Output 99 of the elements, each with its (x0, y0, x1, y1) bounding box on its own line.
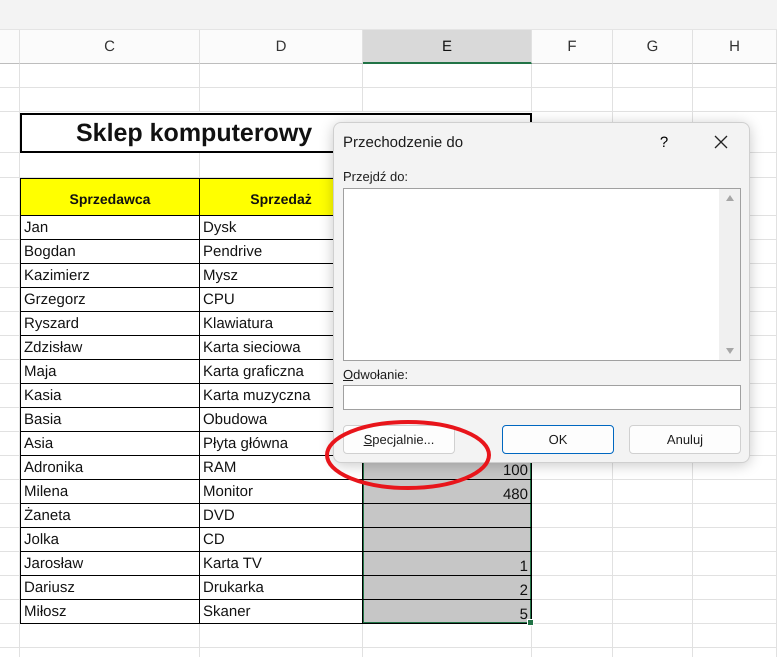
grid-cell[interactable] (0, 240, 20, 264)
grid-cell[interactable] (693, 480, 777, 504)
grid-cell[interactable] (532, 552, 613, 576)
grid-cell[interactable] (0, 552, 20, 576)
close-icon (714, 135, 728, 149)
table-cell: Bogdan (20, 240, 200, 264)
grid-cell[interactable] (363, 624, 532, 648)
grid-cell[interactable] (532, 504, 613, 528)
grid-cell[interactable] (693, 504, 777, 528)
column-header[interactable]: E (363, 30, 532, 64)
help-button[interactable]: ? (649, 127, 679, 157)
grid-cell[interactable] (693, 64, 777, 88)
grid-cell[interactable] (200, 88, 363, 112)
table-cell: Żaneta (20, 504, 200, 528)
table-cell: Jan (20, 216, 200, 240)
table-cell: Grzegorz (20, 288, 200, 312)
table-cell: Dariusz (20, 576, 200, 600)
table-cell: Kasia (20, 384, 200, 408)
grid-cell[interactable] (0, 216, 20, 240)
grid-cell[interactable] (613, 528, 693, 552)
grid-cell[interactable] (0, 264, 20, 288)
goto-list[interactable] (343, 188, 741, 361)
dialog-button[interactable]: Anuluj (629, 425, 741, 454)
grid-cell[interactable] (532, 88, 613, 112)
table-cell: 2 (363, 576, 532, 600)
table-cell: Monitor (200, 480, 363, 504)
reference-field[interactable] (343, 385, 741, 410)
grid-cell[interactable] (0, 576, 20, 600)
table-cell: Miłosz (20, 600, 200, 624)
grid-cell[interactable] (0, 360, 20, 384)
grid-cell[interactable] (0, 336, 20, 360)
grid-cell[interactable] (363, 88, 532, 112)
table-cell: Basia (20, 408, 200, 432)
grid-cell[interactable] (0, 288, 20, 312)
grid-cell[interactable] (0, 456, 20, 480)
grid-cell[interactable] (200, 64, 363, 88)
grid-cell[interactable] (613, 600, 693, 624)
grid-cell[interactable] (0, 88, 20, 112)
table-cell: Kazimierz (20, 264, 200, 288)
grid-cell[interactable] (0, 600, 20, 624)
grid-cell[interactable] (613, 480, 693, 504)
grid-cell[interactable] (693, 528, 777, 552)
dialog-button[interactable]: Specjalnie... (343, 425, 455, 454)
fill-handle[interactable] (527, 619, 534, 626)
grid-cell[interactable] (693, 552, 777, 576)
grid-cell[interactable] (613, 88, 693, 112)
scroll-down-icon[interactable] (724, 347, 734, 355)
grid-cell[interactable] (532, 64, 613, 88)
table-cell: 1 (363, 552, 532, 576)
column-header[interactable]: F (532, 30, 613, 64)
grid-cell[interactable] (532, 480, 613, 504)
table-cell: Asia (20, 432, 200, 456)
grid-cell[interactable] (693, 576, 777, 600)
grid-cell[interactable] (0, 432, 20, 456)
dialog-button[interactable]: OK (502, 425, 614, 454)
grid-cell[interactable] (363, 64, 532, 88)
grid-cell[interactable] (0, 64, 20, 88)
dialog-title: Przechodzenie do (343, 134, 464, 150)
grid-cell[interactable] (0, 384, 20, 408)
grid-cell[interactable] (532, 600, 613, 624)
grid-cell[interactable] (532, 624, 613, 648)
grid-cell[interactable] (200, 624, 363, 648)
table-cell: 480 (363, 480, 532, 504)
grid-cell[interactable] (613, 552, 693, 576)
grid-cell[interactable] (0, 312, 20, 336)
column-header[interactable]: C (20, 30, 200, 64)
grid-cell[interactable] (0, 480, 20, 504)
grid-cell[interactable] (532, 576, 613, 600)
grid-cell[interactable] (532, 528, 613, 552)
table-cell: Jarosław (20, 552, 200, 576)
grid-cell[interactable] (613, 504, 693, 528)
table-header-cell: Sprzedawca (20, 178, 200, 216)
grid-cell[interactable] (693, 88, 777, 112)
grid-cell[interactable] (20, 88, 200, 112)
grid-cell[interactable] (0, 624, 20, 648)
scroll-up-icon[interactable] (724, 194, 734, 202)
table-cell: Zdzisław (20, 336, 200, 360)
column-header[interactable]: G (613, 30, 693, 64)
table-cell: Milena (20, 480, 200, 504)
grid-cell[interactable] (0, 112, 20, 153)
column-header[interactable]: D (200, 30, 363, 64)
table-cell: 5 (363, 600, 532, 624)
grid-cell[interactable] (20, 64, 200, 88)
table-cell: Adronika (20, 456, 200, 480)
grid-cell[interactable] (613, 624, 693, 648)
column-header[interactable]: H (693, 30, 777, 64)
select-all-corner[interactable] (0, 30, 20, 64)
table-cell: Jolka (20, 528, 200, 552)
grid-cell[interactable] (20, 624, 200, 648)
grid-cell[interactable] (693, 624, 777, 648)
table-cell: Ryszard (20, 312, 200, 336)
grid-cell[interactable] (0, 153, 20, 178)
grid-cell[interactable] (0, 504, 20, 528)
grid-cell[interactable] (613, 576, 693, 600)
table-cell: Maja (20, 360, 200, 384)
grid-cell[interactable] (0, 528, 20, 552)
grid-cell[interactable] (0, 408, 20, 432)
grid-cell[interactable] (693, 600, 777, 624)
grid-cell[interactable] (613, 64, 693, 88)
